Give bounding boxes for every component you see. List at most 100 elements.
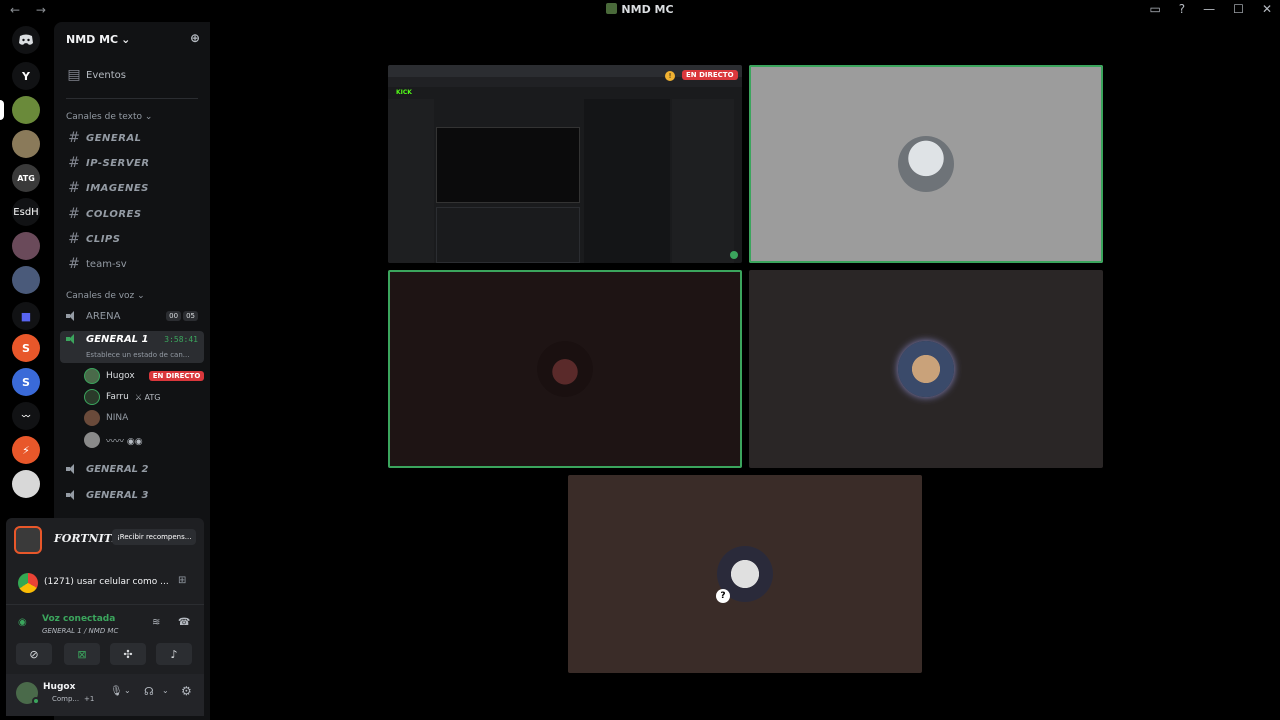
speaker-icon <box>66 311 78 321</box>
stream-video <box>436 127 580 203</box>
speaker-icon <box>66 464 78 474</box>
headphones-icon[interactable]: ☊ <box>144 685 154 698</box>
events-item[interactable]: ▤ Eventos <box>60 64 204 86</box>
help-icon[interactable]: ? <box>1179 2 1185 16</box>
chevron-down-icon[interactable]: ⌄ <box>124 686 131 695</box>
server-s-orange[interactable]: S <box>12 334 40 362</box>
server-icon-13[interactable]: ⚡ <box>12 436 40 464</box>
voice-channel-arena[interactable]: ARENA 00 05 <box>60 305 204 327</box>
user-panel: Hugox Comp... +1 🎙︎ ⌄ ☊ ⌄ ⚙ <box>6 674 204 716</box>
avatar <box>84 368 100 384</box>
text-category[interactable]: Canales de texto ⌄ <box>66 112 152 122</box>
screen-share-icon[interactable]: ⊞ <box>178 575 186 586</box>
guild-header[interactable]: NMD MC ⌄ ⊕ <box>54 22 210 56</box>
microphone-icon[interactable]: 🎙︎ <box>110 686 123 697</box>
status-dot <box>730 251 738 259</box>
voice-status-title[interactable]: Voz conectada <box>42 614 115 624</box>
server-esdh[interactable]: EsdH <box>12 198 40 226</box>
hash-icon: # <box>68 130 80 146</box>
voice-member[interactable]: Hugox EN DIRECTO <box>84 367 205 385</box>
server-y[interactable]: Y <box>12 62 40 90</box>
activity-text: (1271) usar celular como ... <box>44 577 169 587</box>
user-limit: 05 <box>183 311 198 321</box>
hash-icon: # <box>68 256 80 272</box>
stream-sidebar <box>388 99 434 263</box>
channel-status[interactable]: Establece un estado de can... <box>86 351 189 359</box>
chevron-down-icon[interactable]: ⌄ <box>162 686 169 695</box>
add-member-icon[interactable]: ⊕ <box>190 31 200 45</box>
server-icon-12[interactable]: 〰 <box>12 402 40 430</box>
noise-suppression-icon[interactable]: ≋ <box>152 617 160 628</box>
avatar <box>84 389 100 405</box>
soundboard-button[interactable]: ♪ <box>156 643 192 665</box>
voice-channel-general-1[interactable]: GENERAL 1 3:58:41 Establece un estado de… <box>60 331 204 363</box>
folder-icon[interactable]: ■ <box>12 302 40 330</box>
screen-share-button[interactable]: ⊠ <box>64 643 100 665</box>
voice-category[interactable]: Canales de voz ⌄ <box>66 291 145 301</box>
chrome-icon <box>18 573 38 593</box>
channel-ip-server[interactable]: # IP-SERVER <box>60 152 204 174</box>
server-icon-4[interactable] <box>12 130 40 158</box>
voice-channel-general-2[interactable]: GENERAL 2 <box>60 458 204 480</box>
activity-panel[interactable]: (1271) usar celular como ... ⊞ <box>6 562 204 604</box>
warning-icon: ! <box>665 71 675 81</box>
game-title: FORTNITE <box>54 532 121 545</box>
inbox-icon[interactable]: ▭ <box>1149 2 1160 16</box>
window-controls: ▭ ? — ☐ ✕ <box>1149 2 1272 16</box>
participant-tile[interactable] <box>749 65 1103 263</box>
server-icon-14[interactable] <box>12 470 40 498</box>
avatar <box>84 432 100 448</box>
minimize-icon[interactable]: — <box>1203 2 1215 16</box>
voice-member[interactable]: 〰〰 ◉◉ <box>84 431 143 449</box>
voice-location[interactable]: GENERAL 1 / NMD MC <box>42 627 118 635</box>
calendar-icon: ▤ <box>67 67 81 83</box>
selected-indicator <box>0 100 4 120</box>
claim-reward-button[interactable]: ¡Recibir recompens... <box>112 529 197 545</box>
avatar <box>898 341 954 397</box>
server-atg[interactable]: ATG <box>12 164 40 192</box>
call-timer: 3:58:41 <box>164 335 198 344</box>
channel-colores[interactable]: # COLORES <box>60 203 204 225</box>
voice-member[interactable]: NINA <box>84 409 128 427</box>
channel-clips[interactable]: # CLIPS <box>60 228 204 250</box>
speaker-icon <box>66 490 78 500</box>
close-icon[interactable]: ✕ <box>1262 2 1272 16</box>
voice-member[interactable]: Farru ⚔ ATG <box>84 388 160 406</box>
server-icon-8[interactable] <box>12 266 40 294</box>
voice-stage: KICK ! EN DIRECTO ? <box>210 22 1280 720</box>
user-status: Comp... <box>52 695 80 703</box>
maximize-icon[interactable]: ☐ <box>1233 2 1244 16</box>
settings-gear-icon[interactable]: ⚙ <box>181 684 192 698</box>
server-icon-3[interactable] <box>12 96 40 124</box>
participant-tile[interactable] <box>749 270 1103 468</box>
avatar <box>898 136 954 192</box>
server-s-blue[interactable]: S <box>12 368 40 396</box>
camera-button[interactable]: ⊘ <box>16 643 52 665</box>
avatar <box>84 410 100 426</box>
online-status-icon <box>32 697 40 705</box>
channel-team-sv[interactable]: # team-sv <box>60 253 204 275</box>
participant-tile[interactable]: ? <box>568 475 922 673</box>
activities-button[interactable]: ✣ <box>110 643 146 665</box>
username[interactable]: Hugox <box>43 682 75 692</box>
voice-channel-general-3[interactable]: GENERAL 3 <box>60 484 204 506</box>
promo-banner[interactable]: FORTNITE ¡Recibir recompens... <box>6 518 204 562</box>
events-label: Eventos <box>86 69 126 81</box>
stream-tile[interactable]: KICK ! EN DIRECTO <box>388 65 742 263</box>
channel-imagenes[interactable]: # IMAGENES <box>60 177 204 199</box>
disconnect-icon[interactable]: ☎ <box>178 617 190 628</box>
activities-icon: ✣ <box>123 647 133 661</box>
discord-home-icon[interactable] <box>12 26 40 54</box>
stream-chat <box>584 99 670 263</box>
channel-general[interactable]: # GENERAL <box>60 127 204 149</box>
server-icon-7[interactable] <box>12 232 40 260</box>
participant-tile[interactable] <box>388 270 742 468</box>
hash-icon: # <box>68 206 80 222</box>
live-badge: EN DIRECTO <box>682 70 738 80</box>
divider <box>66 98 198 99</box>
server-icon <box>606 3 618 14</box>
avatar <box>537 341 593 397</box>
clan-tag: ⚔ ATG <box>134 392 161 402</box>
chevron-down-icon: ⌄ <box>121 32 131 46</box>
guild-name: NMD MC <box>66 32 119 46</box>
